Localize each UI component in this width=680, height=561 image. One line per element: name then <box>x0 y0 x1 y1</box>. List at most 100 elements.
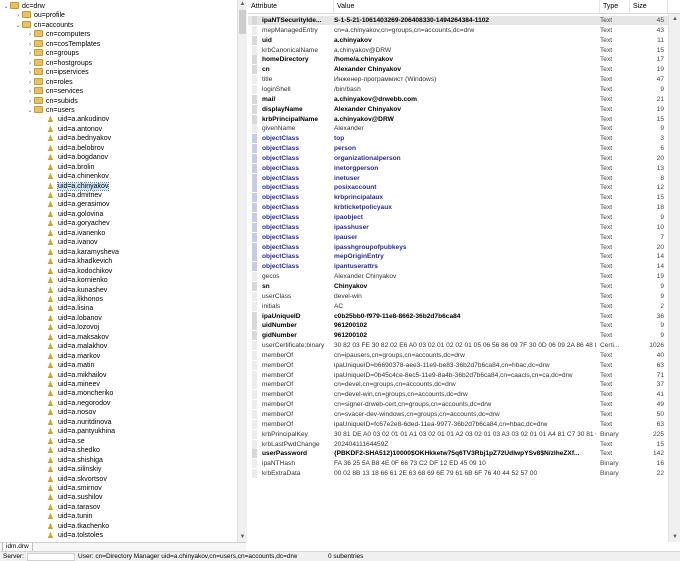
tree-user-node[interactable]: ♟uid=a.nuritdinova <box>38 418 112 427</box>
attribute-scrollbar[interactable]: ▲ ▼ <box>668 14 680 542</box>
attribute-row[interactable]: ipaUniqueIDc0b25bb0-f979-11e8-8662-36b2d… <box>248 312 680 321</box>
tree-user-node[interactable]: ♟uid=a.ivanenko <box>38 229 105 238</box>
tree-container-node[interactable]: ›cn=cosTemplates <box>26 40 100 49</box>
tree-user-node[interactable]: ♟uid=a.pantyukhina <box>38 427 115 436</box>
attribute-row[interactable]: objectClassinetorgpersonText13 <box>248 164 680 173</box>
attribute-row[interactable]: objectClassipauserText7 <box>248 233 680 242</box>
tree-container-node[interactable]: ›cn=subids <box>26 97 78 106</box>
tree-user-node[interactable]: ♟uid=a.matin <box>38 361 94 370</box>
attribute-row[interactable]: objectClassposixaccountText12 <box>248 183 680 192</box>
tree-user-node[interactable]: ♟uid=a.antonov <box>38 125 102 134</box>
tree-user-node[interactable]: ♟uid=a.brolin <box>38 163 94 172</box>
attribute-row[interactable]: userClassdevel-winText9 <box>248 292 680 301</box>
tree-user-node[interactable]: ♟uid=a.golovina <box>38 210 103 219</box>
attribute-row[interactable]: objectClasskrbticketpolicyauxText18 <box>248 203 680 212</box>
tree-container-node[interactable]: ›cn=groups <box>26 49 79 58</box>
tree-user-node[interactable]: ♟uid=a.ivanov <box>38 238 98 247</box>
tree-user-node[interactable]: ♟uid=a.markov <box>38 352 100 361</box>
attribute-row[interactable]: mepManagedEntrycn=a.chinyakov,cn=groups,… <box>248 26 680 35</box>
attribute-row[interactable]: ipaNTHashFA 36 25 5A B8 4E 0F 66 73 C2 D… <box>248 459 680 468</box>
tree-container-node[interactable]: ›cn=ipservices <box>26 68 89 77</box>
attribute-row[interactable]: memberOfipaUniqueID=0b45c4ce-8ec5-11e9-8… <box>248 371 680 380</box>
attribute-row[interactable]: memberOfcn=signer-drweb-cert,cn=groups,c… <box>248 400 680 409</box>
tree-user-node[interactable]: ♟uid=a.mineev <box>38 380 100 389</box>
column-header-value[interactable]: Value <box>334 0 600 13</box>
tree-user-node[interactable]: ♟uid=a.lisina <box>38 304 93 313</box>
tree-user-node[interactable]: ♟uid=a.nosov <box>38 408 96 417</box>
tree-user-node[interactable]: ♟uid=a.tkachenko <box>38 522 109 531</box>
tree-user-node[interactable]: ♟uid=a.lobanov <box>38 314 102 323</box>
tree-user-node[interactable]: ♟uid=a.moncheriko <box>38 389 113 398</box>
tree-user-node[interactable]: ♟uid=a.goryachev <box>38 219 110 228</box>
tree-user-node[interactable]: ♟uid=a.kunashev <box>38 286 107 295</box>
attribute-row[interactable]: krbCanonicalNamea.chinyakov@DRWText15 <box>248 46 680 55</box>
tree-scroll-thumb[interactable] <box>239 10 246 34</box>
scroll-down-icon[interactable]: ▼ <box>238 533 247 542</box>
tree-user-node[interactable]: ♟uid=a.chinyakov <box>38 182 108 191</box>
attribute-row[interactable]: memberOfipaUniqueID=fc67e2e8-6ded-11ea-9… <box>248 420 680 429</box>
tree-container-node[interactable]: ⌄dc=drw <box>2 2 45 11</box>
attribute-row[interactable]: memberOfcn=devel,cn=groups,cn=accounts,d… <box>248 380 680 389</box>
scroll-up-icon[interactable]: ▲ <box>238 0 247 9</box>
attribute-row[interactable]: memberOfcn=ipausers,cn=groups,cn=account… <box>248 351 680 360</box>
collapse-icon[interactable]: ⌄ <box>14 22 22 31</box>
tree-user-node[interactable]: ♟uid=a.lozovoj <box>38 323 99 332</box>
attribute-row[interactable]: krbExtraData00 02 8B 13 18 66 61 2E 63 6… <box>248 469 680 478</box>
attribute-row[interactable]: krbLastPwdChange20240411164459ZText15 <box>248 440 680 449</box>
tree-user-node[interactable]: ♟uid=a.silinskiy <box>38 465 101 474</box>
tree-container-node[interactable]: ⌄cn=accounts <box>14 21 74 30</box>
attribute-row[interactable]: krbPrincipalNamea.chinyakov@DRWText15 <box>248 115 680 124</box>
attribute-row[interactable]: gecosAlexander ChinyakovText19 <box>248 272 680 281</box>
attribute-row[interactable]: objectClasspersonText6 <box>248 144 680 153</box>
attribute-row[interactable]: objectClassipantuserattrsText14 <box>248 262 680 271</box>
attribute-row[interactable]: krbPrincipalKey30 81 DE A0 03 02 01 01 A… <box>248 430 680 439</box>
tree-user-node[interactable]: ♟uid=a.gerasimov <box>38 200 110 209</box>
tree-user-node[interactable]: ♟uid=a.kodochikov <box>38 267 112 276</box>
scroll-down-icon[interactable]: ▼ <box>669 532 680 542</box>
attribute-row[interactable]: userCertificate;binary30 82 03 FE 30 82 … <box>248 341 680 350</box>
attribute-row[interactable]: initialsACText2 <box>248 302 680 311</box>
tree-user-node[interactable]: ♟uid=a.shishiga <box>38 456 103 465</box>
tree-user-node[interactable]: ♟uid=a.tarasov <box>38 503 100 512</box>
tree-user-node[interactable]: ♟uid=a.smirnov <box>38 484 102 493</box>
attribute-row[interactable]: objectClasskrbprincipalauxText15 <box>248 193 680 202</box>
tree-user-node[interactable]: ♟uid=a.negorodov <box>38 399 110 408</box>
column-header-size[interactable]: Size <box>630 0 668 13</box>
attribute-row[interactable]: objectClassinetuserText8 <box>248 174 680 183</box>
attribute-row[interactable]: memberOfcn=svacer-dev-windows,cn=groups,… <box>248 410 680 419</box>
attribute-row[interactable]: objectClasstopText3 <box>248 134 680 143</box>
tree-container-node[interactable]: ›cn=computers <box>26 30 90 39</box>
tree-container-node[interactable]: ›cn=services <box>26 87 83 96</box>
tree-user-node[interactable]: ♟uid=a.se <box>38 437 85 446</box>
tree-user-node[interactable]: ♟uid=a.chinenkov <box>38 172 109 181</box>
tree-user-node[interactable]: ♟uid=a.mikhailov <box>38 371 106 380</box>
tree-user-node[interactable]: ♟uid=a.shedko <box>38 446 100 455</box>
attribute-row[interactable]: ipaNTSecurityIde...S-1-5-21-1061403269-2… <box>248 16 680 25</box>
tree-container-node[interactable]: ›ou=profile <box>14 11 65 20</box>
tree-user-node[interactable]: ♟uid=a.khadkevich <box>38 257 112 266</box>
collapse-icon[interactable]: ⌄ <box>2 3 10 12</box>
tree-user-node[interactable]: ♟uid=a.malakhov <box>38 342 107 351</box>
column-header-attribute[interactable]: Attribute <box>248 0 334 13</box>
collapse-icon[interactable]: ⌄ <box>26 107 34 116</box>
tree-container-node[interactable]: ›cn=roles <box>26 78 73 87</box>
attribute-row[interactable]: gidNumber961200102Text9 <box>248 331 680 340</box>
attribute-row[interactable]: displayNameAlexander ChinyakovText19 <box>248 105 680 114</box>
attribute-row[interactable]: maila.chinyakov@drwebb.comText21 <box>248 95 680 104</box>
tree-container-node[interactable]: ⌄cn=users <box>26 106 75 115</box>
tree-scrollbar[interactable]: ▲ ▼ <box>237 0 247 542</box>
scroll-up-icon[interactable]: ▲ <box>669 14 680 24</box>
tree-container-node[interactable]: ›cn=hostgroups <box>26 59 92 68</box>
tree-user-node[interactable]: ♟uid=a.tolstoles <box>38 531 103 540</box>
tree-user-node[interactable]: ♟uid=a.maksakov <box>38 333 109 342</box>
attribute-row[interactable]: objectClassmepOriginEntryText14 <box>248 252 680 261</box>
attribute-row[interactable]: objectClassorganizationalpersonText20 <box>248 154 680 163</box>
attribute-row[interactable]: objectClassipaobjectText9 <box>248 213 680 222</box>
attribute-row[interactable]: uida.chinyakovText11 <box>248 36 680 45</box>
tree-user-node[interactable]: ♟uid=a.karamysheva <box>38 248 119 257</box>
tree-user-node[interactable]: ♟uid=a.ankudinov <box>38 115 109 124</box>
attribute-row[interactable]: cnAlexander ChinyakovText19 <box>248 65 680 74</box>
attribute-row[interactable]: snChinyakovText9 <box>248 282 680 291</box>
tree-user-node[interactable]: ♟uid=a.bednyakov <box>38 134 111 143</box>
tree-user-node[interactable]: ♟uid=a.sushilov <box>38 493 103 502</box>
